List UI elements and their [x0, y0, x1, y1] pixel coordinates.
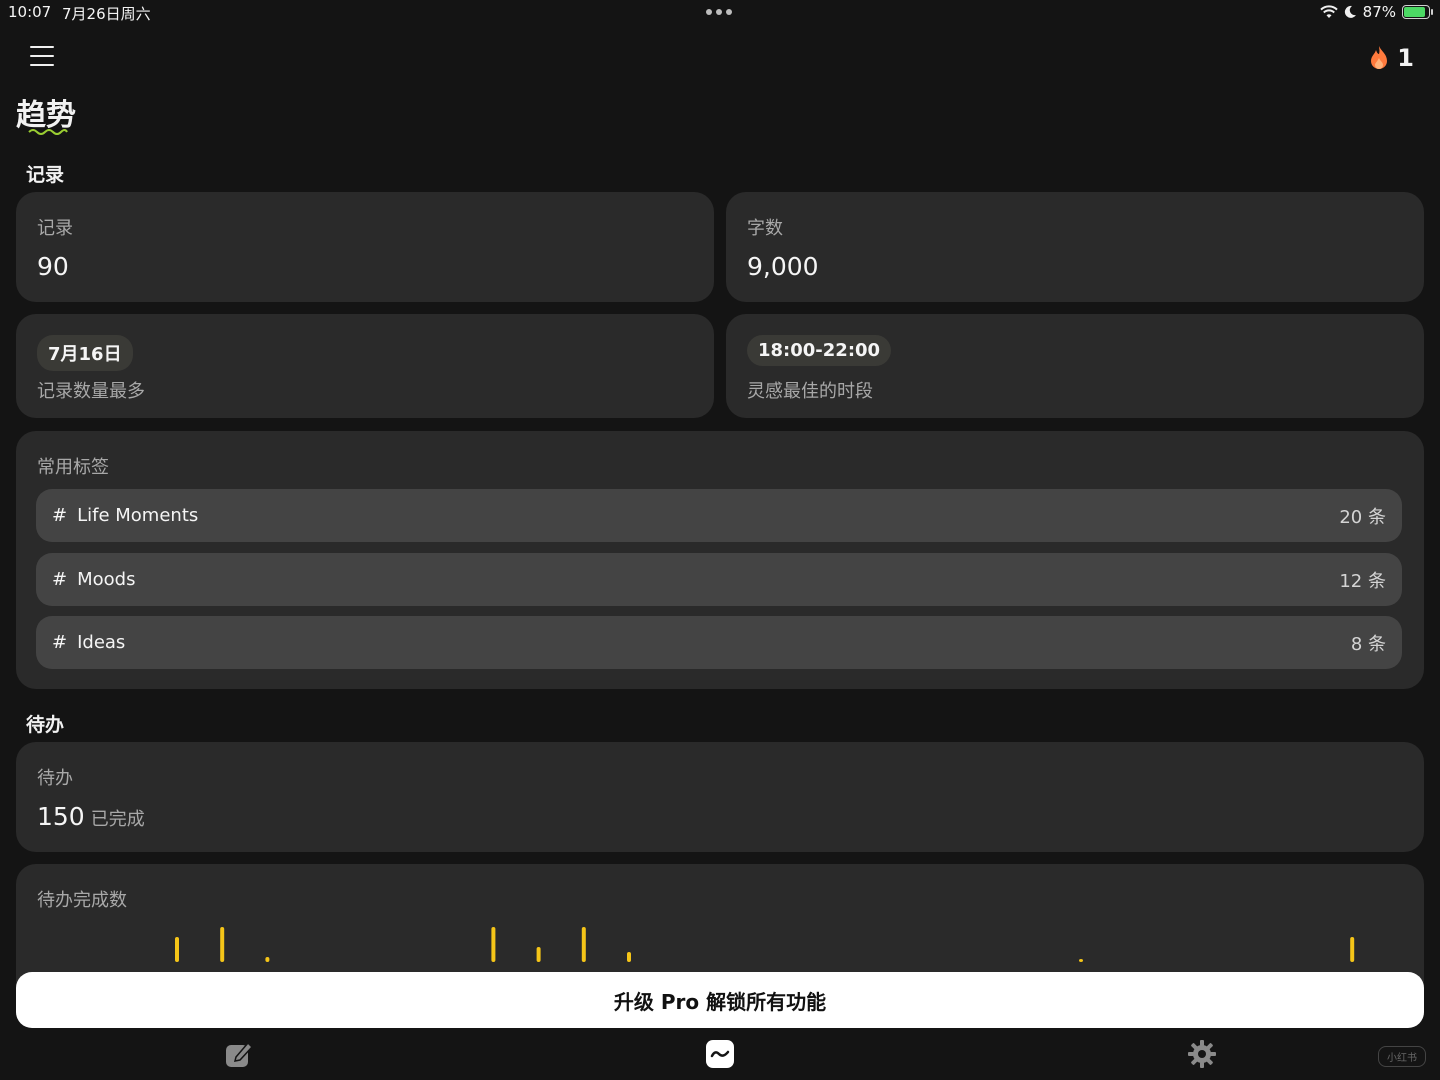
streak-badge[interactable]: 1: [1369, 44, 1414, 72]
tag-name: Moods: [77, 569, 136, 590]
tag-name: Ideas: [77, 632, 126, 653]
hash-icon: #: [52, 505, 68, 526]
chart-bar: [1079, 959, 1083, 962]
tag-count: 12 条: [1339, 570, 1386, 592]
edit-icon: [226, 1041, 254, 1067]
watermark: 小红书: [1378, 1046, 1426, 1067]
best-time-card[interactable]: 18:00-22:00 灵感最佳的时段: [726, 314, 1424, 418]
best-time-caption: 灵感最佳的时段: [747, 381, 873, 402]
tab-bar: 小红书: [0, 1030, 1440, 1080]
battery-percent: 87%: [1362, 3, 1396, 21]
flame-icon: [1371, 46, 1388, 69]
tab-edit[interactable]: [223, 1038, 255, 1070]
multitask-dots-icon[interactable]: [706, 9, 732, 15]
chart-bar: [581, 927, 586, 962]
gear-icon: [1188, 1040, 1216, 1068]
chart-bar: [265, 957, 270, 962]
upgrade-pro-button[interactable]: 升级 Pro 解锁所有功能: [16, 972, 1424, 1028]
word-count-card[interactable]: 字数 9,000: [726, 192, 1424, 302]
todo-count-card[interactable]: 待办 150 已完成: [16, 742, 1424, 852]
chart-bar: [491, 927, 496, 962]
tag-name: Life Moments: [77, 505, 199, 526]
wifi-icon: [1319, 5, 1338, 18]
tag-row-ideas[interactable]: # Ideas 8 条: [36, 616, 1402, 669]
word-count-label: 字数: [747, 218, 783, 239]
chart-bar: [175, 937, 179, 962]
common-tags-card: 常用标签 # Life Moments 20 条 # Moods 12 条 # Ide…: [16, 431, 1424, 689]
title-underline-squiggle: [28, 129, 68, 135]
moon-icon: [1344, 5, 1356, 18]
records-count-value: 90: [37, 252, 69, 281]
todo-count-value: 150: [37, 802, 85, 831]
status-time: 10:07: [8, 3, 52, 21]
chart-bar: [536, 947, 541, 962]
top-day-caption: 记录数量最多: [37, 381, 145, 402]
tag-count: 20 条: [1339, 506, 1386, 528]
chart-bar: [220, 927, 225, 962]
todo-done-suffix: 已完成: [90, 809, 145, 830]
tag-count: 8 条: [1350, 633, 1386, 655]
tab-settings[interactable]: [1186, 1038, 1218, 1070]
chart-bar: [1350, 937, 1355, 962]
status-date: 7月26日周六: [62, 5, 151, 23]
status-bar: 10:07 7月26日周六 87%: [0, 0, 1440, 26]
menu-icon[interactable]: [30, 46, 54, 68]
tag-row-life-moments[interactable]: # Life Moments 20 条: [36, 489, 1402, 542]
trends-icon: [706, 1040, 734, 1068]
hash-icon: #: [52, 569, 68, 590]
section-title-records: 记录: [26, 164, 65, 186]
hash-icon: #: [52, 632, 68, 653]
tab-trends[interactable]: [704, 1038, 736, 1070]
battery-icon: [1402, 5, 1433, 19]
section-title-todo: 待办: [26, 714, 65, 736]
tag-row-moods[interactable]: # Moods 12 条: [36, 553, 1402, 606]
best-time-pill: 18:00-22:00: [747, 335, 892, 366]
records-count-card[interactable]: 记录 90: [16, 192, 714, 302]
common-tags-label: 常用标签: [37, 457, 109, 478]
todo-count-label: 待办: [37, 768, 73, 789]
top-day-pill: 7月16日: [37, 335, 133, 371]
streak-count: 1: [1397, 44, 1414, 72]
chart-bar: [627, 952, 631, 962]
top-day-card[interactable]: 7月16日 记录数量最多: [16, 314, 714, 418]
records-count-label: 记录: [37, 218, 73, 239]
word-count-value: 9,000: [747, 252, 819, 281]
